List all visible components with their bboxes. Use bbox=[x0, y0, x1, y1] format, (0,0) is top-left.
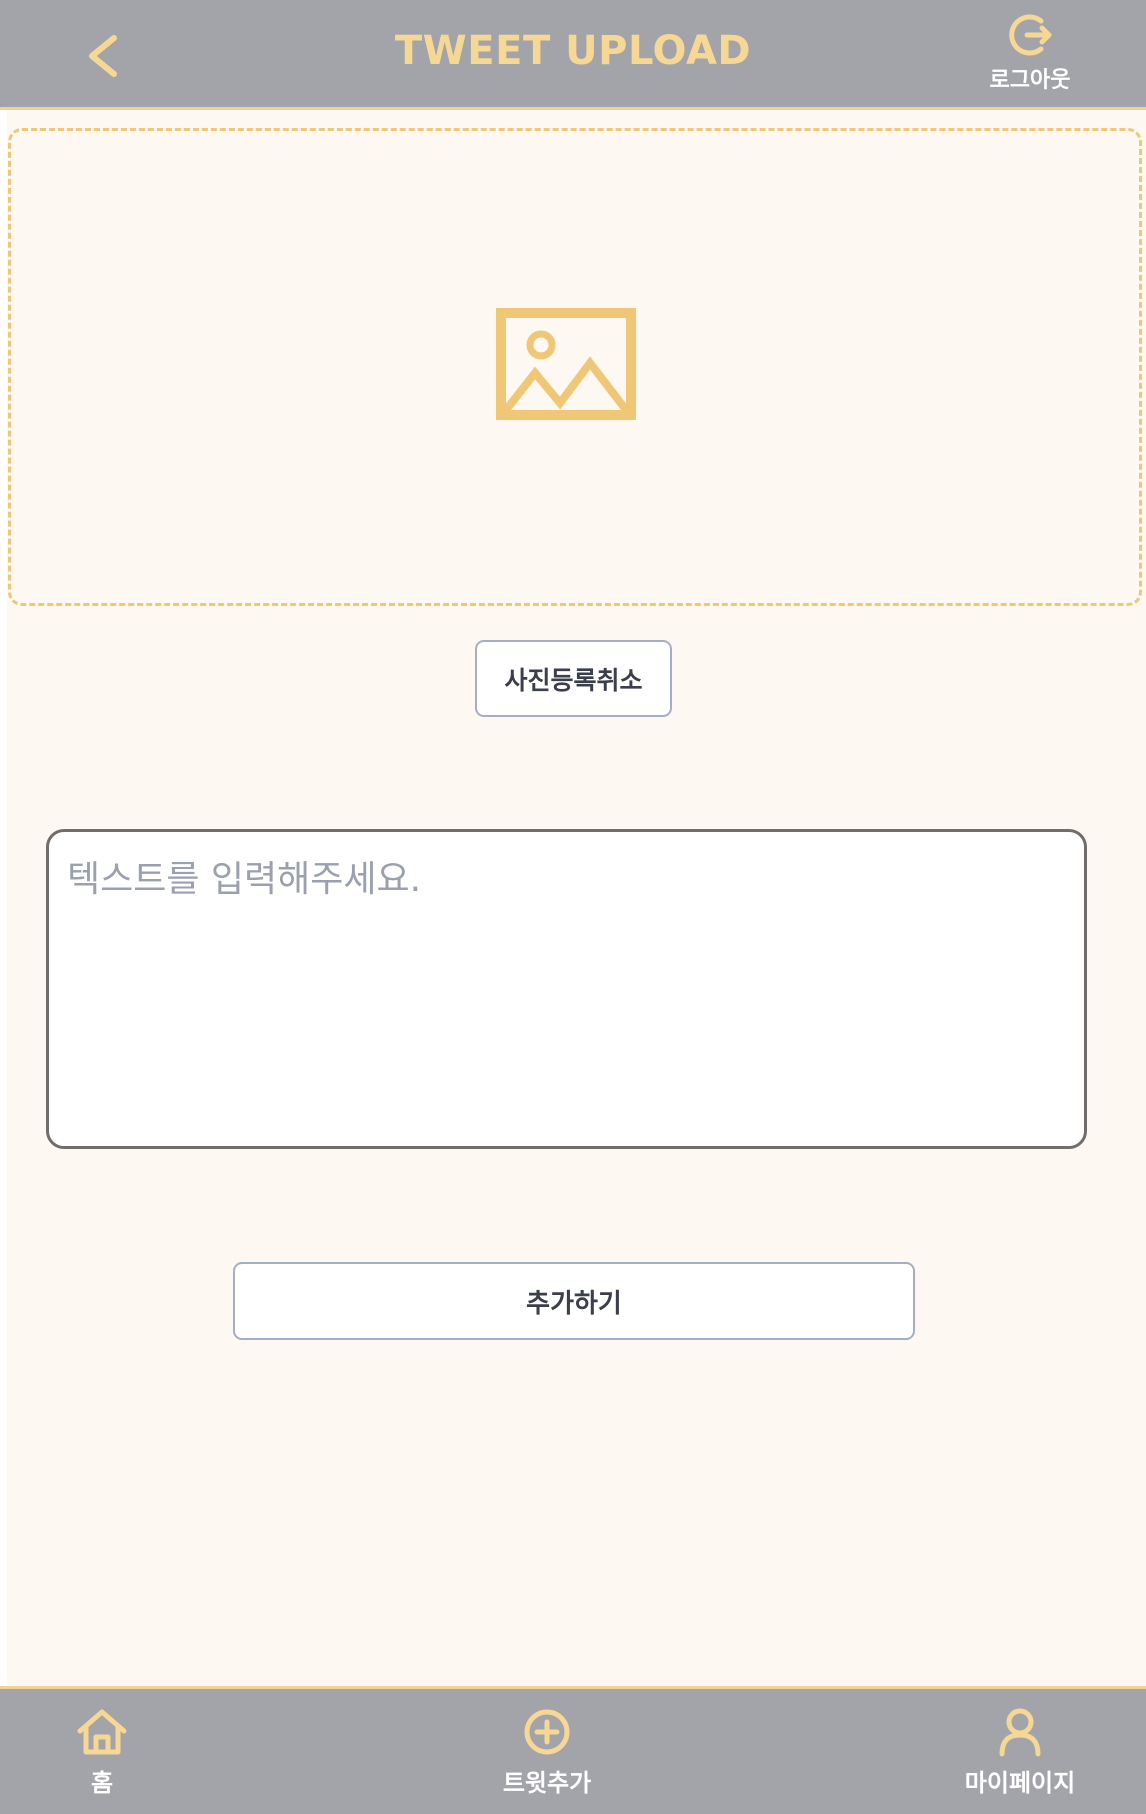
tweet-text-input[interactable] bbox=[46, 829, 1087, 1149]
plus-circle-icon bbox=[524, 1709, 570, 1755]
logout-button[interactable]: 로그아웃 bbox=[975, 10, 1085, 100]
logout-icon bbox=[1009, 14, 1052, 56]
bottom-navigation: 홈 트윗추가 마이페이지 bbox=[0, 1686, 1146, 1814]
image-placeholder-icon bbox=[495, 307, 645, 431]
nav-label-add-tweet: 트윗추가 bbox=[502, 1769, 592, 1797]
submit-tweet-button[interactable]: 추가하기 bbox=[233, 1262, 915, 1340]
nav-item-home[interactable]: 홈 bbox=[62, 1707, 142, 1798]
nav-label-home: 홈 bbox=[90, 1769, 114, 1797]
nav-item-add-tweet[interactable]: 트윗추가 bbox=[492, 1707, 602, 1798]
cancel-photo-button[interactable]: 사진등록취소 bbox=[475, 640, 672, 717]
nav-item-mypage[interactable]: 마이페이지 bbox=[955, 1707, 1085, 1798]
top-app-bar: TWEET UPLOAD 로그아웃 bbox=[0, 0, 1146, 110]
logout-label: 로그아웃 bbox=[989, 68, 1071, 93]
user-icon bbox=[999, 1708, 1041, 1757]
nav-label-mypage: 마이페이지 bbox=[964, 1769, 1076, 1797]
home-icon bbox=[77, 1709, 127, 1755]
